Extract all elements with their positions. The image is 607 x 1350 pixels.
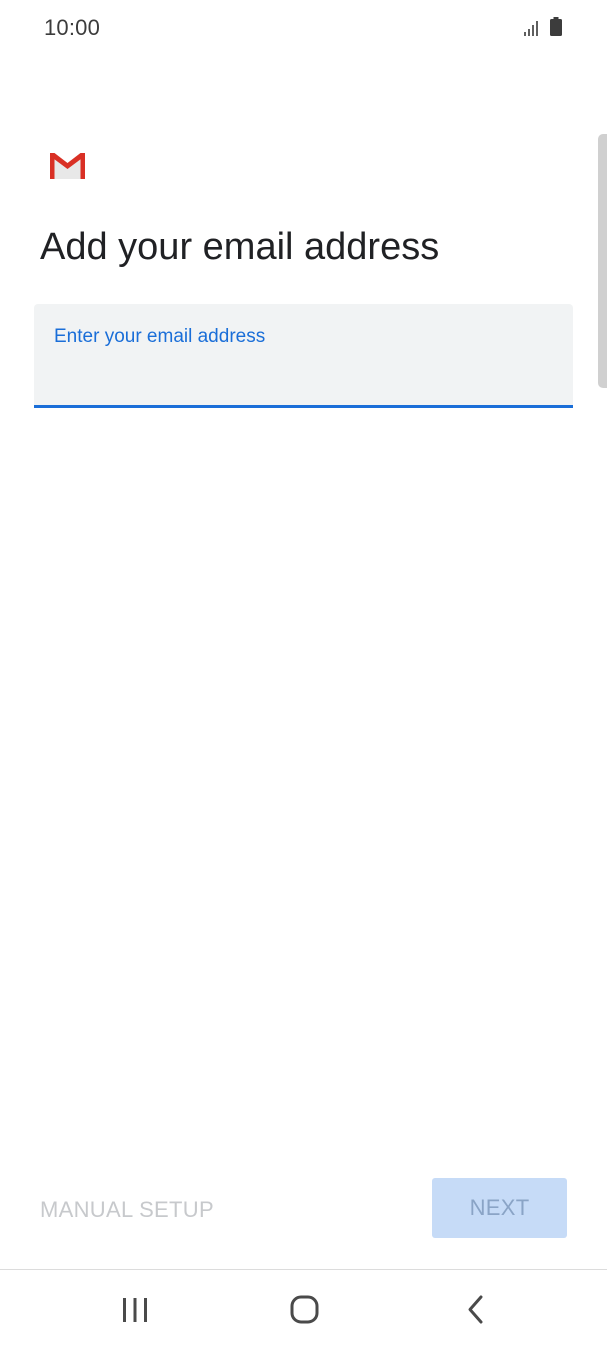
battery-icon xyxy=(550,17,562,36)
screen: 10:00 Add your email address Enter your … xyxy=(0,0,607,1350)
status-bar: 10:00 xyxy=(0,0,607,56)
home-button[interactable] xyxy=(281,1288,327,1334)
next-button[interactable]: NEXT xyxy=(432,1178,567,1238)
nav-bar xyxy=(0,1269,607,1350)
recents-icon xyxy=(123,1298,147,1322)
email-field[interactable]: Enter your email address xyxy=(34,304,573,408)
manual-setup-button[interactable]: MANUAL SETUP xyxy=(40,1190,214,1230)
home-icon xyxy=(290,1295,319,1324)
email-input[interactable] xyxy=(54,356,554,392)
back-button[interactable] xyxy=(452,1288,498,1334)
signal-icon xyxy=(524,21,538,36)
email-field-label: Enter your email address xyxy=(54,326,266,347)
status-time: 10:00 xyxy=(44,15,101,40)
scrollbar[interactable] xyxy=(598,134,607,388)
gmail-logo-icon xyxy=(50,153,85,179)
back-icon xyxy=(468,1295,483,1324)
recents-button[interactable] xyxy=(112,1288,158,1334)
page-title: Add your email address xyxy=(40,226,440,268)
